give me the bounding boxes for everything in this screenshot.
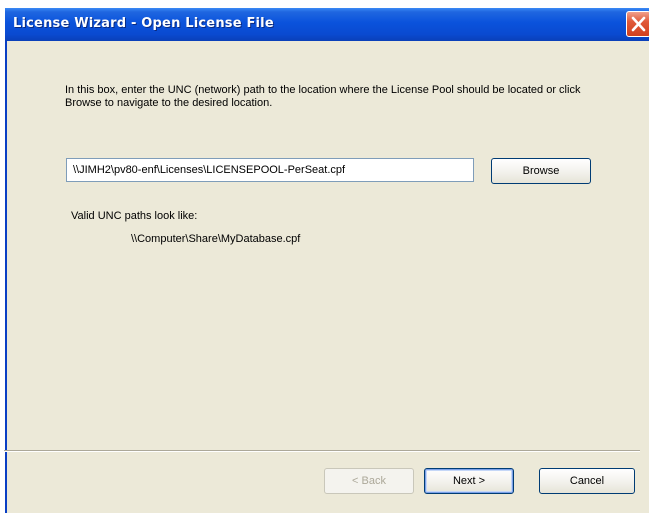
title-bar[interactable]: License Wizard - Open License File: [5, 8, 649, 41]
next-button[interactable]: Next >: [424, 468, 514, 494]
cancel-button[interactable]: Cancel: [539, 468, 635, 494]
instructions-text: In this box, enter the UNC (network) pat…: [65, 84, 581, 109]
browse-button[interactable]: Browse: [491, 158, 591, 184]
valid-paths-label: Valid UNC paths look like:: [71, 210, 198, 222]
window-title: License Wizard - Open License File: [13, 16, 274, 31]
footer-separator: [4, 450, 640, 452]
unc-path-input[interactable]: [66, 158, 474, 182]
back-button[interactable]: < Back: [324, 468, 414, 494]
close-button[interactable]: [626, 11, 649, 37]
valid-path-example: \\Computer\Share\MyDatabase.cpf: [131, 233, 301, 245]
